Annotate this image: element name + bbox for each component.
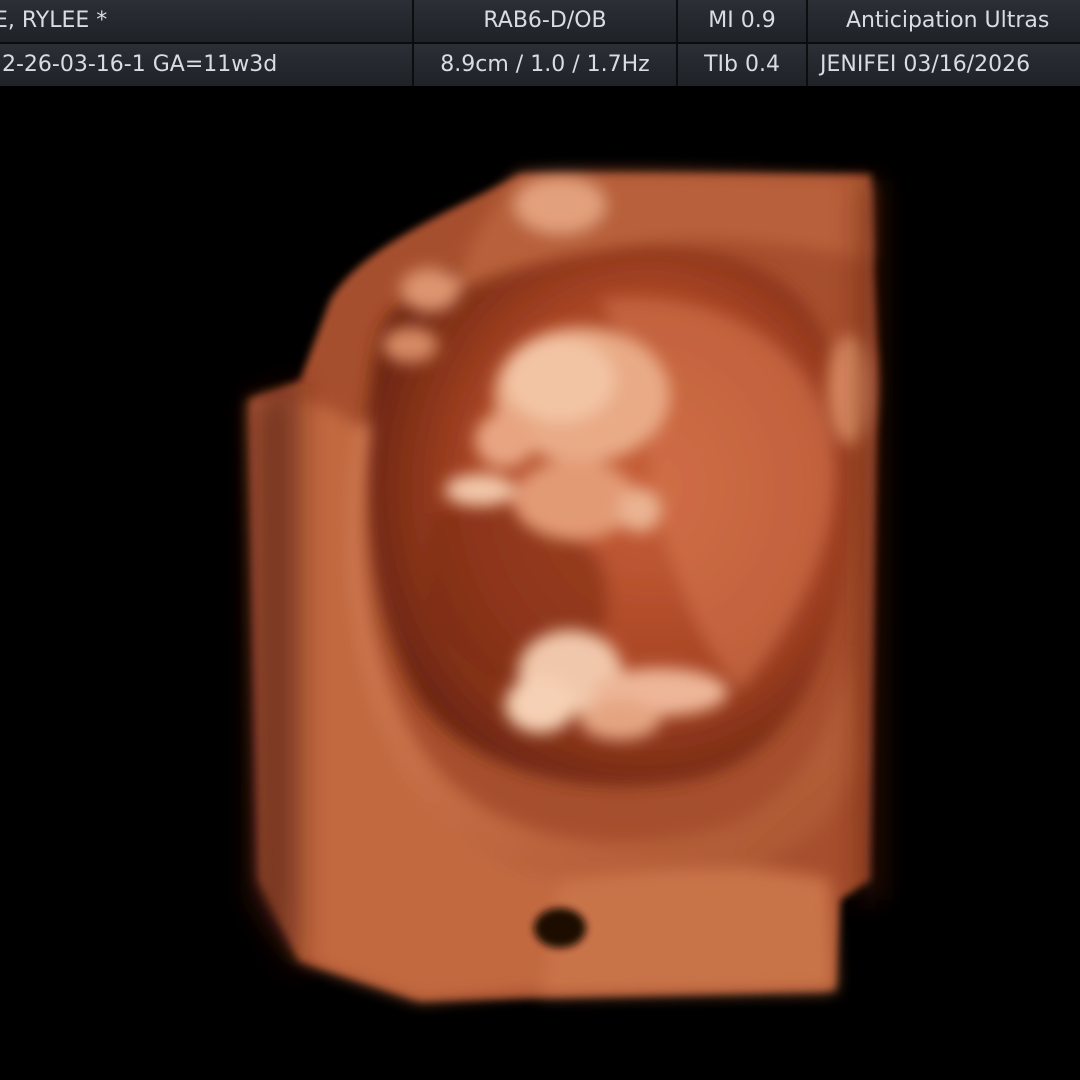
operator-date-cell: JENIFEI 03/16/2026 — [808, 44, 1080, 86]
mi-cell: MI 0.9 — [678, 0, 808, 42]
operator-and-date: JENIFEI 03/16/2026 — [820, 52, 1031, 77]
lower-wall-shadow — [534, 908, 586, 948]
probe-preset: RAB6-D/OB — [483, 8, 607, 33]
tib-cell: TIb 0.4 — [678, 44, 808, 86]
mechanical-index: MI 0.9 — [708, 8, 776, 33]
patient-name-cell: E, RYLEE * — [0, 0, 414, 42]
fetal-3d-render-image — [250, 172, 880, 1001]
facility-cell: Anticipation Ultras — [808, 0, 1080, 42]
header-row-1: E, RYLEE * RAB6-D/OB MI 0.9 Anticipation… — [0, 0, 1080, 42]
ultrasound-screen: E, RYLEE * RAB6-D/OB MI 0.9 Anticipation… — [0, 0, 1080, 1080]
exam-id-gestational-age: 2-26-03-16-1 GA=11w3d — [2, 52, 278, 77]
thermal-index-bone: TIb 0.4 — [704, 52, 780, 77]
depth-parameters: 8.9cm / 1.0 / 1.7Hz — [440, 52, 650, 77]
header-row-2: 2-26-03-16-1 GA=11w3d 8.9cm / 1.0 / 1.7H… — [0, 44, 1080, 86]
depth-params-cell: 8.9cm / 1.0 / 1.7Hz — [414, 44, 678, 86]
facility-name: Anticipation Ultras — [846, 8, 1050, 33]
probe-preset-cell: RAB6-D/OB — [414, 0, 678, 42]
patient-name: E, RYLEE * — [0, 8, 108, 33]
info-header: E, RYLEE * RAB6-D/OB MI 0.9 Anticipation… — [0, 0, 1080, 86]
exam-id-cell: 2-26-03-16-1 GA=11w3d — [0, 44, 414, 86]
volume-render-viewport[interactable] — [0, 86, 1080, 1080]
